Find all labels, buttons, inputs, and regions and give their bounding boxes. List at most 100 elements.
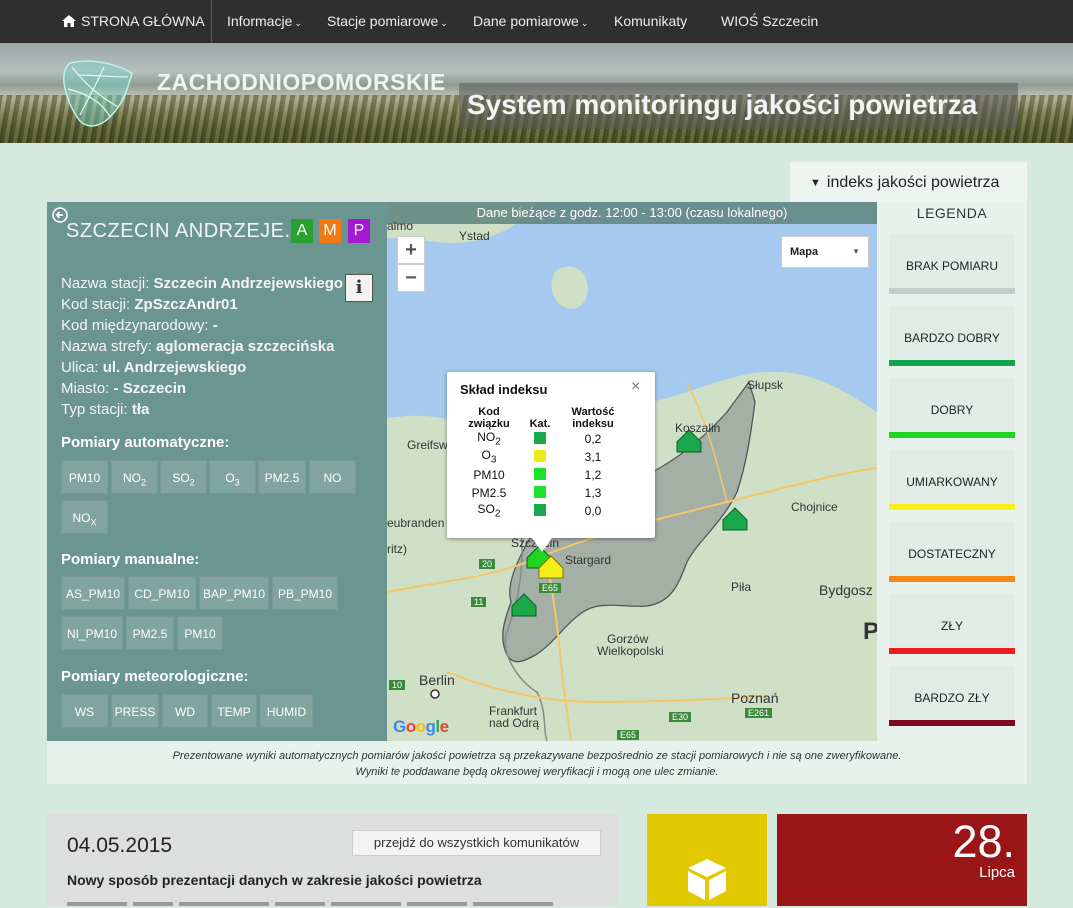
nav-informacje[interactable]: Informacje ⌄: [227, 0, 302, 43]
chip-auto-so2[interactable]: SO2: [160, 460, 207, 494]
disclaimer-line-2: Wyniki te poddawane będą okresowej weryf…: [355, 766, 719, 778]
legend-item-bad: ZŁY: [889, 594, 1015, 654]
index-tab-label: indeks jakości powietrza: [826, 174, 1000, 191]
pollutant-code: NO2: [457, 430, 521, 448]
chip-manual-as-pm10[interactable]: AS_PM10: [61, 576, 125, 610]
road-label: 20: [479, 559, 496, 569]
chip-meteo-wd[interactable]: WD: [162, 694, 208, 728]
category-cell: [521, 502, 559, 520]
map-label: ritz): [387, 542, 407, 556]
site-subtitle: System monitoringu jakości powietrza: [467, 89, 978, 120]
map-label: Piła: [731, 580, 752, 594]
chip-label: NO: [323, 471, 342, 485]
pollutant-code: O3: [457, 448, 521, 466]
chip-auto-pm10[interactable]: PM10: [61, 460, 108, 494]
badge-manual[interactable]: M: [319, 219, 341, 243]
chip-meteo-press[interactable]: PRESS: [111, 694, 159, 728]
pollutant-code: PM2.5: [457, 484, 521, 502]
map-type-select[interactable]: Mapa ▼: [781, 236, 869, 268]
legend-item-very-good: BARDZO DOBRY: [889, 306, 1015, 366]
field-zone-name: Nazwa strefy: aglomeracja szczecińska: [61, 338, 334, 355]
chip-manual-pm25[interactable]: PM2.5: [126, 616, 174, 650]
google-logo[interactable]: Google: [393, 717, 449, 737]
chip-manual-cd-pm10[interactable]: CD_PM10: [128, 576, 196, 610]
chip-sub: 3: [234, 477, 240, 488]
calendar-tile[interactable]: 28. Lipca: [777, 814, 1027, 906]
nav-stacje-pomiarowe[interactable]: Stacje pomiarowe ⌄: [327, 0, 448, 43]
chip-auto-no2[interactable]: NO2: [111, 460, 158, 494]
chip-auto-pm25[interactable]: PM2.5: [258, 460, 306, 494]
close-icon[interactable]: ×: [631, 378, 640, 396]
road-label: E65: [617, 730, 640, 740]
nav-dane-pomiarowe[interactable]: Dane pomiarowe ⌄: [473, 0, 588, 43]
box-icon: [688, 859, 726, 900]
field-street: Ulica: ul. Andrzejewskiego: [61, 359, 246, 376]
chip-manual-bap-pm10[interactable]: BAP_PM10: [199, 576, 269, 610]
section-manual-title: Pomiary manualne:: [61, 551, 200, 568]
field-value: tła: [131, 401, 150, 418]
station-info-button[interactable]: i: [345, 274, 373, 302]
table-header-row: Kod związku Kat. Wartość indeksu: [457, 406, 627, 430]
chip-manual-ni-pm10[interactable]: NI_PM10: [61, 616, 123, 650]
badge-automatic[interactable]: A: [291, 219, 313, 243]
chip-manual-pm10[interactable]: PM10: [177, 616, 223, 650]
calendar-month: Lipca: [979, 864, 1015, 881]
tile-yellow[interactable]: [647, 814, 767, 906]
zoom-out-button[interactable]: −: [397, 264, 425, 292]
field-label: Kod stacji:: [61, 296, 131, 313]
code-text: NO: [477, 430, 496, 445]
road-label: 10: [389, 680, 406, 690]
chip-manual-pb-pm10[interactable]: PB_PM10: [272, 576, 338, 610]
category-square: [534, 504, 546, 516]
table-row: NO2 0,2: [457, 430, 627, 448]
popup-title: Skład indeksu: [460, 382, 548, 397]
chip-meteo-ws[interactable]: WS: [61, 694, 108, 728]
chip-auto-o3[interactable]: O3: [209, 460, 256, 494]
logo-letter: g: [425, 717, 436, 736]
index-value: 1,2: [584, 468, 602, 482]
station-title: SZCZECIN ANDRZEJE...: [66, 220, 303, 242]
field-value: -: [212, 317, 218, 334]
map-view[interactable]: Dane bieżące z godz. 12:00 - 13:00 (czas…: [387, 202, 877, 741]
map-label: nad Odrą: [489, 716, 540, 730]
field-station-name: Nazwa stacji: Szczecin Andrzejewskiego: [61, 275, 343, 292]
air-quality-index-toggle[interactable]: ▼ indeks jakości powietrza: [790, 162, 1027, 202]
news-headline[interactable]: Nowy sposób prezentacji danych w zakresi…: [67, 872, 482, 888]
category-square: [534, 486, 546, 498]
chip-meteo-temp[interactable]: TEMP: [211, 694, 257, 728]
station-panel: SZCZECIN ANDRZEJE... A M P i Nazwa stacj…: [47, 202, 387, 741]
nav-komunikaty[interactable]: Komunikaty: [614, 0, 687, 43]
all-announcements-button[interactable]: przejdź do wszystkich komunikatów: [352, 830, 601, 856]
nav-wios-label: WIOŚ Szczecin: [721, 13, 819, 29]
map-label: Słupsk: [747, 378, 784, 392]
chip-auto-no[interactable]: NO: [309, 460, 356, 494]
nav-komunikaty-label: Komunikaty: [614, 13, 688, 29]
chip-meteo-humid[interactable]: HUMID: [260, 694, 313, 728]
popup-pointer: [532, 538, 552, 552]
category-square: [534, 468, 546, 480]
zoom-in-button[interactable]: +: [397, 236, 425, 264]
nav-home-label: STRONA GŁÓWNA: [81, 13, 205, 29]
field-value: ZpSzczAndr01: [134, 296, 238, 313]
top-navigation: STRONA GŁÓWNA Informacje ⌄ Stacje pomiaro…: [0, 0, 1073, 43]
field-station-code: Kod stacji: ZpSzczAndr01: [61, 296, 238, 313]
home-icon: [62, 15, 76, 27]
badge-passive[interactable]: P: [348, 219, 370, 243]
category-cell: [521, 484, 559, 502]
map-label: almo: [387, 219, 414, 233]
chip-auto-nox[interactable]: NOX: [61, 500, 108, 534]
code-text: PM10: [473, 468, 505, 482]
triangle-down-icon: ▼: [810, 177, 821, 189]
map-label: Ystad: [459, 229, 490, 243]
region-logo-icon[interactable]: [58, 55, 138, 131]
map-label: eubranden: [387, 516, 445, 530]
chip-sub: X: [90, 517, 97, 528]
nav-wios-szczecin[interactable]: WIOŚ Szczecin: [721, 0, 818, 43]
index-value: 1,3: [584, 486, 602, 500]
code-sub: 2: [495, 436, 501, 448]
chip-sub: 2: [140, 477, 146, 488]
map-type-value: Mapa: [790, 246, 819, 258]
code-text: PM2.5: [471, 486, 507, 500]
section-automatic-title: Pomiary automatyczne:: [61, 434, 230, 451]
nav-home-link[interactable]: STRONA GŁÓWNA: [52, 0, 212, 43]
